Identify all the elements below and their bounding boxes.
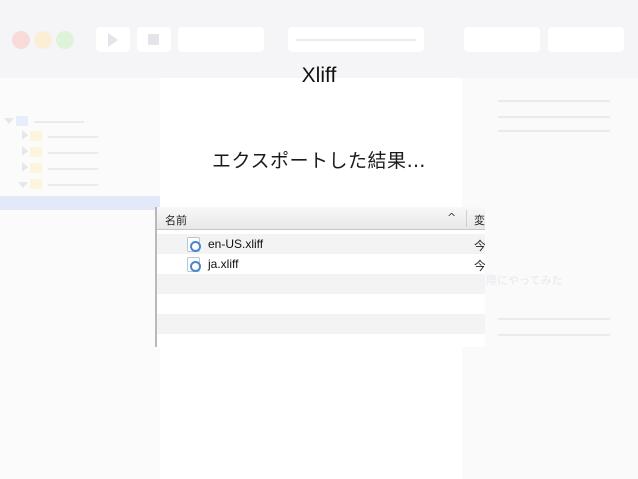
view-toggle-buttons[interactable]	[548, 27, 624, 52]
folder-icon	[30, 131, 42, 141]
inspector-row	[498, 116, 610, 118]
finder-file-list: 名前 ^ 変 en-US.xliff 今 ja.xliff 今	[155, 207, 485, 347]
navigator-row[interactable]	[48, 136, 98, 138]
empty-row	[157, 314, 485, 334]
inspector-row	[498, 318, 610, 320]
xliff-file-icon	[187, 237, 201, 252]
navigator-row[interactable]	[34, 121, 84, 123]
editor-mode-buttons[interactable]	[464, 27, 540, 52]
column-divider[interactable]	[466, 210, 467, 227]
file-name: ja.xliff	[208, 257, 239, 271]
file-modified: 今	[474, 259, 485, 273]
file-list-header: 名前 ^ 変	[157, 207, 485, 230]
slide-subtitle: エクスポートした結果…	[212, 150, 426, 172]
navigator-row[interactable]	[48, 184, 98, 186]
empty-row	[157, 274, 485, 294]
xliff-file-icon	[187, 257, 201, 272]
empty-row	[157, 294, 485, 314]
navigator-row[interactable]	[48, 152, 98, 154]
file-name: en-US.xliff	[208, 237, 264, 251]
folder-icon	[30, 163, 42, 173]
navigator-sidebar	[0, 78, 160, 479]
navigator-selected-row[interactable]	[0, 196, 160, 210]
disclosure-closed-icon[interactable]	[22, 146, 28, 156]
disclosure-open-icon[interactable]	[18, 182, 28, 188]
file-row-en-us[interactable]: en-US.xliff 今	[157, 234, 485, 254]
file-modified: 今	[474, 239, 485, 253]
zoom-window-button[interactable]	[56, 31, 74, 49]
disclosure-closed-icon[interactable]	[22, 162, 28, 172]
sort-ascending-icon[interactable]: ^	[447, 211, 456, 224]
disclosure-open-icon[interactable]	[4, 118, 14, 124]
folder-icon	[30, 179, 42, 189]
play-icon	[108, 33, 118, 47]
close-window-button[interactable]	[12, 31, 30, 49]
scheme-selector[interactable]	[178, 27, 264, 52]
disclosure-closed-icon[interactable]	[22, 130, 28, 140]
stop-icon	[148, 34, 159, 45]
background-faded-text: 際にやってみた	[486, 274, 563, 287]
inspector-row	[498, 100, 610, 102]
inspector-row	[498, 130, 610, 132]
folder-icon	[30, 147, 42, 157]
minimize-window-button[interactable]	[34, 31, 52, 49]
project-icon	[16, 116, 28, 126]
navigator-row[interactable]	[48, 168, 98, 170]
file-row-ja[interactable]: ja.xliff 今	[157, 254, 485, 274]
activity-divider	[296, 39, 416, 41]
name-column-header[interactable]: 名前	[165, 212, 187, 228]
modified-column-header[interactable]: 変	[474, 212, 485, 228]
inspector-row	[498, 334, 610, 336]
slide-title: Xliff	[301, 64, 337, 87]
